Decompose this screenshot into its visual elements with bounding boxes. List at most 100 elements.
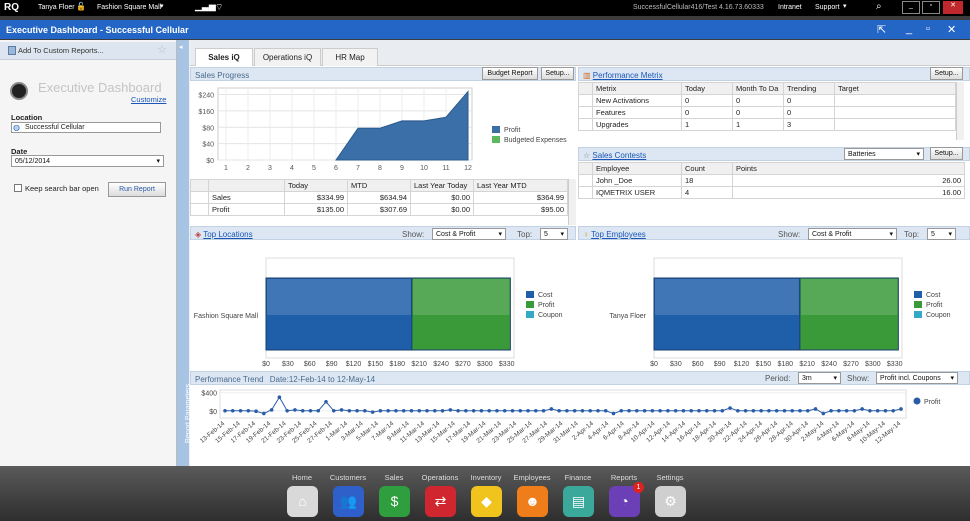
period-label: Period: (765, 374, 791, 383)
customize-link[interactable]: Customize (131, 95, 166, 104)
dock-finance-button[interactable]: ▤ (563, 486, 594, 517)
data-point (308, 408, 313, 413)
employees-icon: ☻ (525, 493, 540, 509)
table-row[interactable]: IQMETRIX USER 4 16.00 (578, 186, 965, 199)
top-locations-chart: Fashion Square Mall $0 $30 $60 $90 $120 $150 $1… (194, 257, 563, 368)
minimize-icon[interactable]: _ (906, 23, 912, 35)
table-row[interactable]: John _Doe 18 26.00 (578, 174, 965, 187)
support-menu[interactable]: Support (815, 4, 840, 11)
data-point (689, 408, 694, 413)
top-employees-chart: Tanya Floer $0 $30 $60 $90 $120 $150 $180 $210 $2… (609, 257, 951, 368)
x-tick-label: $330 (887, 361, 903, 368)
add-custom-reports-link[interactable]: Add To Custom Reports... (18, 46, 104, 55)
table-row[interactable]: Sales $334.99 $634.94 $0.00 $364.99 (190, 191, 568, 204)
top-locations-link[interactable]: Top Locations (203, 230, 252, 239)
cell (834, 106, 956, 119)
trend-show-select[interactable]: Profit incl. Coupons (876, 372, 958, 384)
trend-show-label: Show: (847, 374, 870, 383)
data-point (432, 408, 437, 413)
x-tick-label: 5 (312, 165, 316, 172)
contest-select[interactable]: Batteries (844, 148, 924, 160)
cell: 26.00 (732, 174, 965, 187)
dock-settings-button[interactable]: ⚙ (655, 486, 686, 517)
top-locations-top-select[interactable]: 5 (540, 228, 568, 240)
dock-inventory-button[interactable]: ◆ (471, 486, 502, 517)
table-row[interactable]: Upgrades 1 1 3 (578, 118, 956, 131)
x-tick-label: $180 (778, 361, 794, 368)
y-tick-label: $0 (209, 409, 217, 416)
sales-progress-setup-button[interactable]: Setup... (541, 67, 574, 80)
performance-trend-chart: $400$013-Feb-1415-Feb-1417-Feb-1419-Feb-… (199, 389, 940, 446)
period-select[interactable]: 3m (798, 372, 841, 384)
collapse-icon[interactable]: ◂ (179, 43, 183, 51)
performance-metrix-setup-button[interactable]: Setup... (930, 67, 963, 80)
tab-sales-iq[interactable]: Sales iQ (195, 48, 253, 66)
sales-contests-setup-button[interactable]: Setup... (930, 147, 963, 160)
data-point (790, 408, 795, 413)
dock-operations-button[interactable]: ⇄ (425, 486, 456, 517)
search-icon[interactable]: ⌕ (876, 1, 882, 12)
x-tick-label: $60 (692, 361, 704, 368)
chevron-down-icon[interactable]: ▾ (843, 2, 847, 10)
data-point (868, 408, 872, 413)
data-point (774, 408, 779, 413)
dock-reports-button[interactable]: ◔ 1 (609, 482, 644, 517)
dock-sales-button[interactable]: $ (379, 486, 410, 517)
top-employees-top-label: Top: (904, 230, 920, 239)
legend-swatch (526, 291, 534, 298)
top-employees-top-select[interactable]: 5 (927, 228, 956, 240)
cell: 0 (681, 94, 733, 107)
data-point (269, 408, 274, 412)
top-locations-show-select[interactable]: Cost & Profit (432, 228, 506, 240)
table-row[interactable]: New Activations 0 0 0 (578, 94, 956, 107)
table-header-row: Employee Count Points (578, 162, 965, 175)
cell: 3 (783, 118, 835, 131)
column-header: Today (681, 82, 733, 95)
x-tick-label: $90 (326, 361, 338, 368)
performance-metrix-link[interactable]: Performance Metrix (593, 71, 663, 80)
top-employees-show-select[interactable]: Cost & Profit (808, 228, 897, 240)
minimize-button[interactable]: _ (902, 1, 920, 14)
dock-label-settings: Settings (656, 473, 684, 482)
wifi-icon: ⌔ (215, 2, 224, 12)
data-point (565, 408, 569, 413)
dock-customers-button[interactable]: 👥 (333, 486, 364, 517)
sales-table-scrollbar[interactable] (568, 179, 576, 225)
cell: Upgrades (592, 118, 682, 131)
close-button[interactable]: ✕ (943, 1, 963, 14)
store-name[interactable]: Fashion Square Mall (97, 4, 161, 11)
metrix-scrollbar[interactable] (956, 82, 964, 140)
data-point (425, 408, 429, 413)
data-point (378, 408, 383, 413)
sales-contests-link[interactable]: Sales Contests (592, 151, 646, 160)
popout-icon[interactable]: ⇱ (877, 23, 886, 36)
top-employees-link[interactable]: Top Employees (591, 230, 646, 239)
chevron-down-icon[interactable]: ▾ (160, 2, 164, 10)
run-report-button[interactable]: Run Report (108, 182, 166, 197)
maximize-icon[interactable]: ▫ (926, 23, 930, 35)
x-tick-label: $90 (714, 361, 726, 368)
tab-hr-map[interactable]: HR Map (322, 48, 378, 66)
close-icon[interactable]: ✕ (947, 23, 956, 36)
date-field[interactable]: 05/12/2014 (11, 155, 164, 167)
report-parameters-strip[interactable]: ◂ Report Parameters (177, 40, 192, 466)
intranet-link[interactable]: Intranet (778, 4, 802, 11)
sales-table: Today MTD Last Year Today Last Year MTD … (190, 179, 568, 216)
data-point (363, 408, 367, 413)
x-tick-label: 7 (356, 165, 360, 172)
dock-home-button[interactable]: ⌂ (287, 486, 318, 517)
location-field[interactable]: ◍ Successful Cellular (11, 122, 161, 133)
restore-button[interactable]: ▫ (922, 1, 940, 14)
dock-employees-button[interactable]: ☻ (517, 486, 548, 517)
data-point (627, 408, 631, 413)
budget-report-button[interactable]: Budget Report (482, 67, 538, 80)
table-row[interactable]: Profit $135.00 $307.69 $0.00 $95.00 (190, 203, 568, 216)
column-header: Count (681, 162, 733, 175)
lock-icon[interactable]: 🔓 (76, 2, 86, 11)
keep-open-checkbox[interactable] (14, 184, 22, 192)
tab-operations-iq[interactable]: Operations iQ (254, 48, 321, 66)
table-row[interactable]: Features 0 0 0 (578, 106, 956, 119)
user-name[interactable]: Tanya Floer (38, 4, 75, 11)
server-info: SuccessfulCellular416/Test 4.16.73.60333 (633, 4, 764, 11)
star-icon[interactable]: ☆ (157, 43, 167, 56)
